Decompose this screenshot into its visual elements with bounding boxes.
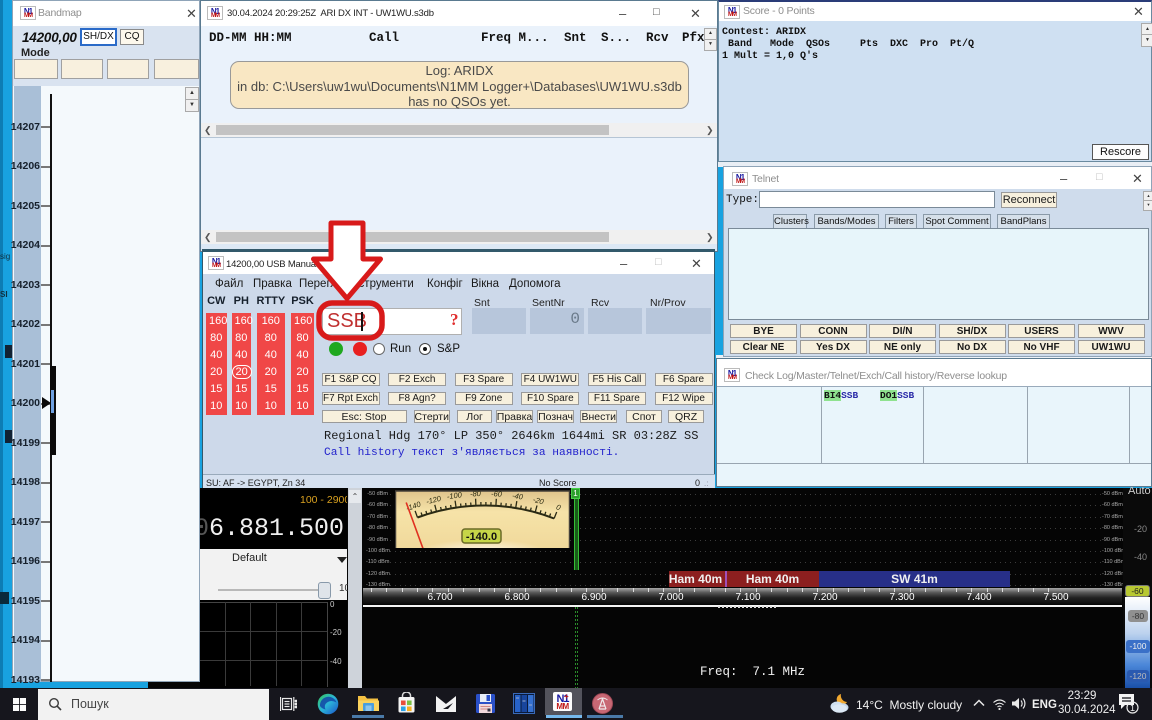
svg-text:-140.0: -140.0 bbox=[466, 531, 497, 543]
svg-text:-80: -80 bbox=[470, 488, 482, 498]
svg-text:-60: -60 bbox=[491, 489, 503, 499]
svg-text:1: 1 bbox=[1130, 703, 1135, 713]
